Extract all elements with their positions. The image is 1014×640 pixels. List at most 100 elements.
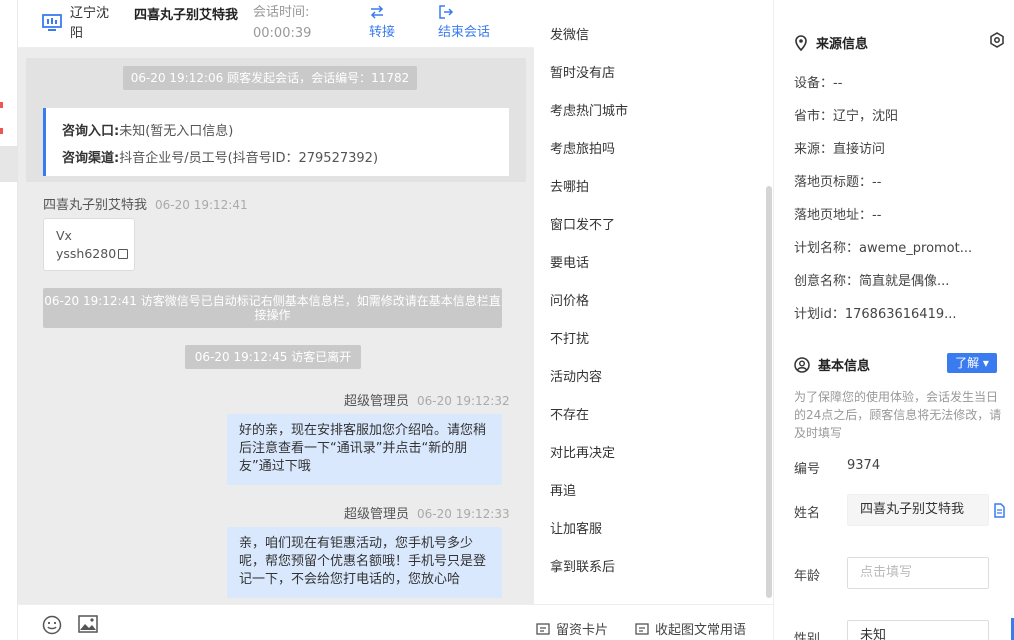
session-info-block: 06-20 19:12:06 顾客发起会话，会话编号：11782 咨询入口:未知… bbox=[26, 58, 526, 182]
session-start-notice: 06-20 19:12:06 顾客发起会话，会话编号：11782 bbox=[123, 66, 417, 90]
entry-label: 咨询入口: bbox=[62, 124, 120, 139]
info-edit-notice: 为了保障您的使用体验，会话发生当日的24点之后，顾客信息将无法修改，请及时填写 bbox=[794, 390, 1002, 440]
name-label: 姓名 bbox=[794, 506, 821, 521]
unread-mark bbox=[0, 102, 3, 108]
number-value: 9374 bbox=[847, 458, 881, 473]
end-session-button[interactable]: 结束会话 bbox=[438, 4, 490, 44]
visitor-name: 四喜丸子别艾特我 bbox=[134, 8, 239, 23]
agent-message-time: 06-20 19:12:33 bbox=[417, 507, 510, 521]
phrase-item[interactable]: 考虑旅拍吗 bbox=[550, 138, 615, 157]
settings-icon[interactable] bbox=[989, 32, 1005, 48]
entry-value: 未知(暂无入口信息) bbox=[119, 124, 234, 139]
device-info: 设备：-- bbox=[794, 76, 843, 91]
landing-url-info: 落地页地址：-- bbox=[794, 208, 882, 223]
agent-message-meta: 超级管理员 06-20 19:12:33 bbox=[344, 503, 510, 522]
card-icon bbox=[536, 623, 550, 635]
visitor-left-notice: 06-20 19:12:45 访客已离开 bbox=[185, 345, 361, 369]
transfer-button[interactable]: 转接 bbox=[369, 4, 395, 44]
image-icon[interactable] bbox=[78, 615, 98, 633]
user-circle-icon bbox=[794, 357, 810, 373]
channel-label: 咨询渠道: bbox=[62, 151, 120, 166]
selected-conversation-tab[interactable] bbox=[0, 146, 18, 182]
visitor-message-meta: 四喜丸子别艾特我 06-20 19:12:41 bbox=[43, 194, 248, 213]
monitor-icon bbox=[42, 14, 62, 31]
phrase-item[interactable]: 让加客服 bbox=[550, 518, 602, 537]
agent-message-meta: 超级管理员 06-20 19:12:32 bbox=[344, 390, 510, 409]
age-input[interactable] bbox=[860, 565, 980, 580]
message-list[interactable]: 06-20 19:12:06 顾客发起会话，会话编号：11782 咨询入口:未知… bbox=[18, 48, 534, 604]
transfer-label: 转接 bbox=[369, 25, 396, 40]
entry-info-card: 咨询入口:未知(暂无入口信息) 咨询渠道:抖音企业号/员工号(抖音号ID：279… bbox=[43, 108, 509, 176]
gender-select[interactable]: 未知 bbox=[847, 620, 989, 640]
phrase-item[interactable]: 要电话 bbox=[550, 252, 589, 271]
phrase-item[interactable]: 不存在 bbox=[550, 404, 589, 423]
basic-info-title: 基本信息 bbox=[794, 355, 870, 374]
source-channel-info: 来源：直接访问 bbox=[794, 142, 886, 157]
source-info-label: 来源信息 bbox=[816, 37, 869, 52]
creative-name-info: 创意名称：简直就是偶像... bbox=[794, 274, 950, 289]
message-icon bbox=[635, 623, 649, 635]
visitor-location: 辽宁沈阳 bbox=[70, 6, 110, 41]
phrase-item[interactable]: 去哪拍 bbox=[550, 176, 589, 195]
collapse-phrases-button[interactable]: 收起图文常用语 bbox=[635, 619, 746, 638]
session-time: 00:00:39 bbox=[253, 26, 312, 41]
number-label: 编号 bbox=[794, 462, 821, 477]
gender-label: 性别 bbox=[794, 632, 821, 640]
landing-title-info: 落地页标题：-- bbox=[794, 175, 882, 190]
phrase-item[interactable]: 活动内容 bbox=[550, 366, 602, 385]
phrase-item[interactable]: 发微信 bbox=[550, 24, 589, 43]
phrase-item[interactable]: 窗口发不了 bbox=[550, 214, 615, 233]
end-session-label: 结束会话 bbox=[438, 25, 491, 40]
agent-message-bubble[interactable]: 亲，咱们现在有钜惠活动，您手机号多少呢，帮您预留个优惠名额哦！手机号只是登记一下… bbox=[227, 527, 502, 598]
session-time-label: 会话时间: bbox=[253, 5, 310, 20]
visitor-message-card[interactable]: Vx yssh6280 bbox=[43, 218, 135, 271]
entry-row: 咨询入口:未知(暂无入口信息) bbox=[62, 118, 509, 145]
phrase-item[interactable]: 再追 bbox=[550, 480, 576, 499]
agent-message-time: 06-20 19:12:32 bbox=[417, 394, 510, 408]
visitor-message-time: 06-20 19:12:41 bbox=[155, 198, 248, 212]
collapse-phrases-label: 收起图文常用语 bbox=[655, 623, 747, 638]
phrase-item[interactable]: 拿到联系后 bbox=[550, 556, 615, 575]
vx-line1: Vx bbox=[56, 228, 72, 243]
plan-name-info: 计划名称：aweme_promot... bbox=[794, 241, 973, 256]
source-info-title: 来源信息 bbox=[794, 33, 868, 52]
age-field[interactable] bbox=[847, 557, 989, 589]
quick-phrases-panel: 发微信 暂时没有店 考虑热门城市 考虑旅拍吗 去哪拍 窗口发不了 要电话 问价格… bbox=[534, 0, 774, 640]
location-pin-icon bbox=[795, 35, 807, 52]
left-sidebar-strip bbox=[0, 0, 18, 640]
channel-value: 抖音企业号/员工号(抖音号ID：279527392) bbox=[119, 151, 379, 166]
transfer-icon bbox=[369, 4, 395, 22]
phrase-item[interactable]: 考虑热门城市 bbox=[550, 100, 628, 119]
phrases-footer: 留资卡片 收起图文常用语 bbox=[534, 604, 774, 640]
phrase-item[interactable]: 不打扰 bbox=[550, 328, 589, 347]
agent-message-bubble[interactable]: 好的亲，现在安排客服加您介绍哈。请您稍后注意查看一下“通讯录”并点击“新的朋友”… bbox=[227, 414, 502, 485]
exit-icon bbox=[438, 4, 490, 22]
chat-header: 辽宁沈阳 四喜丸子别艾特我 会话时间: 00:00:39 转接 结束会话 bbox=[18, 0, 534, 48]
unread-mark bbox=[0, 128, 3, 134]
phrase-item[interactable]: 对比再决定 bbox=[550, 442, 615, 461]
age-label: 年龄 bbox=[794, 569, 821, 584]
lead-card-label: 留资卡片 bbox=[556, 623, 609, 638]
learn-more-label: 了解 bbox=[955, 356, 980, 370]
visitor-message-sender: 四喜丸子别艾特我 bbox=[43, 198, 148, 213]
vx-line2-row: yssh6280 bbox=[56, 245, 134, 263]
agent-message-sender: 超级管理员 bbox=[344, 507, 410, 522]
channel-row: 咨询渠道:抖音企业号/员工号(抖音号ID：279527392) bbox=[62, 145, 509, 172]
phrase-item[interactable]: 问价格 bbox=[550, 290, 589, 309]
vx-line2: yssh6280 bbox=[56, 246, 117, 261]
phrases-scrollbar[interactable] bbox=[766, 186, 772, 598]
phrase-item[interactable]: 暂时没有店 bbox=[550, 62, 615, 81]
chat-panel: 辽宁沈阳 四喜丸子别艾特我 会话时间: 00:00:39 转接 结束会话 06-… bbox=[18, 0, 534, 640]
agent-message-sender: 超级管理员 bbox=[344, 394, 410, 409]
auto-tag-notice: 06-20 19:12:41 访客微信号已自动标记右侧基本信息栏，如需修改请在基… bbox=[43, 288, 502, 328]
plan-id-info: 计划id：176863616419... bbox=[794, 307, 957, 322]
copy-icon[interactable] bbox=[992, 503, 1005, 518]
caret-down-icon: ▾ bbox=[982, 356, 989, 370]
province-city-info: 省市：辽宁，沈阳 bbox=[794, 109, 899, 124]
lead-card-button[interactable]: 留资卡片 bbox=[536, 619, 608, 638]
chat-toolbar bbox=[18, 604, 534, 640]
name-field[interactable]: 四喜丸子别艾特我 bbox=[847, 494, 989, 526]
copy-icon[interactable] bbox=[118, 249, 129, 259]
emoji-icon[interactable] bbox=[42, 615, 62, 635]
learn-more-button[interactable]: 了解 ▾ bbox=[947, 353, 997, 373]
